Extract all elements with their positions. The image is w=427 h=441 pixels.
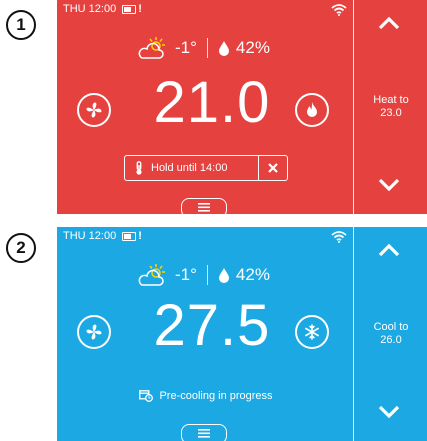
thermostat-screen-heat: THU 12:00 ! -1° 42% 21.0 Hold until 14:0…	[57, 0, 427, 214]
weather-readout: -1° 42%	[137, 36, 270, 60]
humidity-drop-icon	[218, 267, 229, 283]
target-setpoint: Cool to 26.0	[373, 321, 409, 346]
partly-sunny-icon	[138, 37, 165, 59]
humidity: 42%	[235, 38, 270, 57]
snowflake-icon	[305, 324, 319, 340]
weather-readout: -1° 42%	[137, 263, 270, 287]
setpoint-panel: Cool to 26.0	[353, 227, 427, 441]
battery-alert-icon: !	[122, 3, 142, 15]
status-bar: THU 12:00 !	[63, 230, 142, 242]
outdoor-temperature: -1°	[175, 265, 197, 284]
chevron-up-icon[interactable]	[378, 16, 400, 30]
heat-mode-button[interactable]	[295, 93, 329, 127]
clock: THU 12:00	[63, 3, 117, 15]
clock: THU 12:00	[63, 230, 117, 242]
main-panel: THU 12:00 ! -1°	[57, 0, 353, 214]
thermostat-screen-cool: THU 12:00 ! -1° 42% 27.5 Pre-cooling in …	[57, 227, 427, 441]
partly-sunny-icon	[138, 264, 165, 286]
divider	[206, 265, 208, 285]
thermometer-icon	[136, 161, 142, 175]
current-setpoint: 27.5	[153, 293, 271, 358]
cool-mode-button[interactable]	[295, 315, 329, 349]
current-setpoint: 21.0	[153, 70, 271, 135]
menu-button[interactable]	[181, 198, 227, 214]
hold-banner[interactable]: Hold until 14:00	[124, 155, 288, 181]
status-bar: THU 12:00 !	[63, 3, 142, 15]
chevron-down-icon[interactable]	[378, 178, 400, 192]
flame-icon	[307, 102, 317, 117]
step-badge-1: 1	[6, 10, 36, 40]
chevron-down-icon[interactable]	[378, 405, 400, 419]
calendar-clock-icon	[139, 390, 154, 402]
cancel-hold-button[interactable]	[258, 156, 287, 180]
close-icon	[268, 163, 278, 173]
wifi-icon	[331, 4, 347, 16]
target-setpoint: Heat to 23.0	[373, 94, 409, 119]
humidity: 42%	[235, 265, 270, 284]
wifi-icon	[331, 231, 347, 243]
fan-icon	[86, 102, 102, 118]
main-panel: THU 12:00 ! -1°	[57, 227, 353, 441]
hold-text: Hold until 14:00	[151, 162, 228, 174]
fan-button[interactable]	[77, 93, 111, 127]
menu-icon	[198, 203, 210, 212]
divider	[206, 38, 208, 58]
setpoint-panel: Heat to 23.0	[353, 0, 427, 214]
precooling-text: Pre-cooling in progress	[159, 389, 273, 402]
chevron-up-icon[interactable]	[378, 243, 400, 257]
status-message: Pre-cooling in progress	[125, 389, 287, 402]
menu-button[interactable]	[181, 424, 227, 441]
fan-button[interactable]	[77, 315, 111, 349]
menu-icon	[198, 429, 210, 438]
humidity-drop-icon	[218, 40, 229, 56]
step-badge-2: 2	[6, 233, 36, 263]
battery-alert-icon: !	[122, 230, 142, 242]
fan-icon	[86, 324, 102, 340]
outdoor-temperature: -1°	[175, 38, 197, 57]
